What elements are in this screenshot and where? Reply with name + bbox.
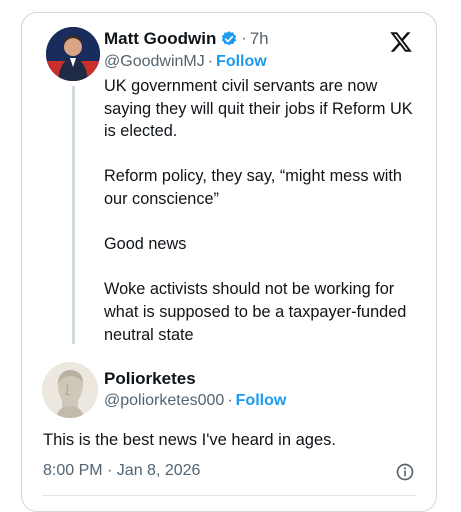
- follow-reply-author-button[interactable]: Follow: [236, 392, 287, 410]
- follow-author-button[interactable]: Follow: [216, 53, 267, 71]
- separator-dot: ·: [207, 53, 214, 70]
- reply-timestamp[interactable]: 8:00 PM · Jan 8, 2026: [43, 462, 200, 480]
- separator-dot: ·: [241, 30, 247, 47]
- divider: [42, 495, 416, 496]
- tweet-paragraph: Woke activists should not be working for…: [104, 280, 407, 344]
- tweet-time[interactable]: 7h: [250, 29, 269, 49]
- verified-badge-icon: [222, 31, 237, 46]
- reply-author-handle-row: @poliorketes000 · Follow: [104, 392, 286, 410]
- x-logo-icon[interactable]: [388, 30, 414, 54]
- author-handle[interactable]: @GoodwinMJ: [104, 53, 205, 71]
- separator-dot: ·: [227, 392, 233, 409]
- thread-connector-line: [72, 86, 75, 344]
- reply-author-name-row: Poliorketes: [104, 369, 196, 389]
- tweet-paragraph: Good news: [104, 235, 187, 254]
- author-avatar[interactable]: [46, 27, 100, 81]
- reply-author-avatar[interactable]: [42, 362, 98, 418]
- reply-text: This is the best news I've heard in ages…: [43, 431, 336, 449]
- author-handle-row: @GoodwinMJ · Follow: [104, 53, 267, 71]
- info-icon[interactable]: [395, 462, 415, 482]
- tweet-paragraph: UK government civil servants are now say…: [104, 77, 413, 141]
- tweet-paragraph: Reform policy, they say, “might mess wit…: [104, 167, 402, 208]
- tweet-text: UK government civil servants are now say…: [104, 75, 424, 369]
- author-name[interactable]: Matt Goodwin: [104, 29, 216, 49]
- author-name-row: Matt Goodwin · 7h: [104, 29, 269, 49]
- reply-author-name[interactable]: Poliorketes: [104, 369, 196, 389]
- reply-author-handle[interactable]: @poliorketes000: [104, 392, 224, 410]
